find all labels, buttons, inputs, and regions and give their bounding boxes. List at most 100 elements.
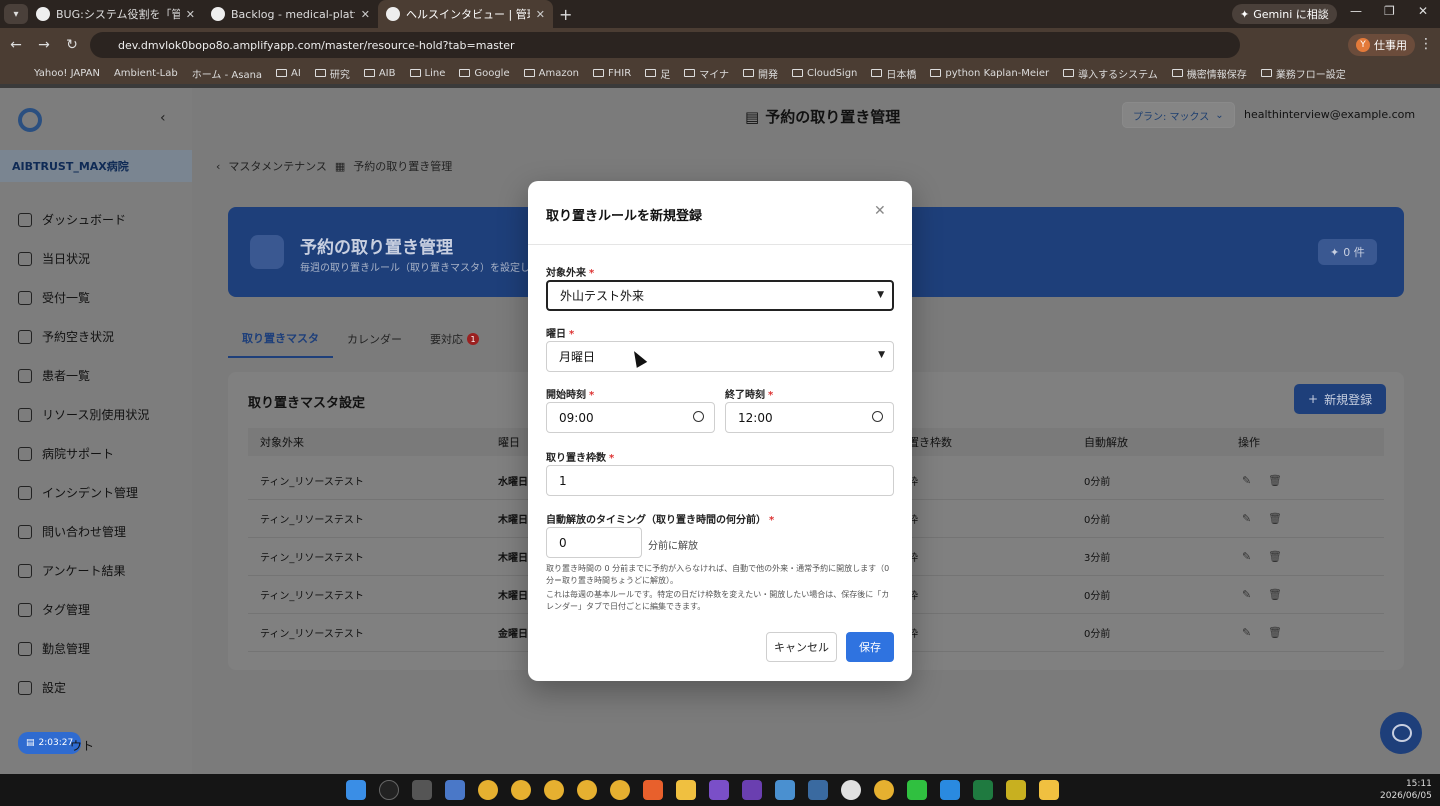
logout-label[interactable]: ウト <box>70 737 94 754</box>
edit-icon[interactable]: ✎ <box>1242 626 1251 639</box>
close-window-icon[interactable]: ✕ <box>1418 4 1428 18</box>
release-input[interactable]: 0 <box>546 527 642 558</box>
target-select[interactable]: 外山テスト外来 ▼ <box>546 280 894 311</box>
bookmark-folder[interactable]: python Kaplan-Meier <box>930 68 1049 79</box>
close-icon[interactable]: ✕ <box>361 8 370 21</box>
sidebar-item-availability[interactable]: 予約空き状況 <box>0 317 192 356</box>
sidebar-item-support[interactable]: 病院サポート <box>0 434 192 473</box>
back-icon[interactable]: ← <box>4 37 28 53</box>
trash-icon[interactable]: 🗑 <box>1268 626 1282 639</box>
tab-search-icon[interactable]: ▾ <box>4 4 28 24</box>
plan-select[interactable]: プラン: マックス ⌄ <box>1122 102 1235 128</box>
bookmark-folder[interactable]: Amazon <box>523 68 579 79</box>
end-time-input[interactable]: 12:00 <box>725 402 894 433</box>
bookmark-folder[interactable]: 足 <box>645 66 670 81</box>
task-view-icon[interactable] <box>412 780 432 800</box>
sidebar-item-tags[interactable]: タグ管理 <box>0 590 192 629</box>
bookmark[interactable]: ホーム - Asana <box>192 66 262 81</box>
edit-icon[interactable]: ✎ <box>1242 512 1251 525</box>
edit-icon[interactable]: ✎ <box>1242 550 1251 563</box>
chrome-icon[interactable] <box>478 780 498 800</box>
app-icon[interactable] <box>775 780 795 800</box>
chevron-left-icon[interactable]: ‹ <box>216 160 220 173</box>
bookmark-folder[interactable]: Line <box>409 68 445 79</box>
kebab-menu-icon[interactable]: ⋮ <box>1414 36 1438 52</box>
sidebar-item-attendance[interactable]: 勤怠管理 <box>0 629 192 668</box>
clock-icon[interactable] <box>693 411 704 422</box>
excel-icon[interactable] <box>973 780 993 800</box>
sidebar-item-resources[interactable]: リソース別使用状況 <box>0 395 192 434</box>
bookmark-folder[interactable]: 日本橋 <box>871 66 916 81</box>
weekday-select[interactable]: 月曜日 ▼ <box>546 341 894 372</box>
visual-studio-icon[interactable] <box>709 780 729 800</box>
bookmark-folder[interactable]: 研究 <box>314 66 350 81</box>
sidebar-item-survey[interactable]: アンケート結果 <box>0 551 192 590</box>
trash-icon[interactable]: 🗑 <box>1268 588 1282 601</box>
new-register-button[interactable]: + 新規登録 <box>1294 384 1387 414</box>
bookmark-folder[interactable]: 業務フロー設定 <box>1260 66 1346 81</box>
gemini-button[interactable]: ✦ Gemini に相談 <box>1232 4 1337 24</box>
close-icon[interactable]: ✕ <box>186 8 195 21</box>
bookmark-folder[interactable]: AI <box>276 68 301 79</box>
edit-icon[interactable]: ✎ <box>1242 474 1251 487</box>
chrome-icon[interactable] <box>610 780 630 800</box>
trash-icon[interactable]: 🗑 <box>1268 550 1282 563</box>
save-button[interactable]: 保存 <box>846 632 894 662</box>
bookmark-folder[interactable]: マイナ <box>684 66 729 81</box>
chrome-icon[interactable] <box>577 780 597 800</box>
trash-icon[interactable]: 🗑 <box>1268 512 1282 525</box>
sidebar-item-inquiry[interactable]: 問い合わせ管理 <box>0 512 192 551</box>
hospital-name[interactable]: AIBTRUST_MAX病院 <box>0 150 192 182</box>
tab-action-required[interactable]: 要対応 1 <box>416 324 493 358</box>
sidebar-item-today[interactable]: 当日状況 <box>0 239 192 278</box>
bookmark[interactable]: Yahoo! JAPAN <box>34 68 100 79</box>
clock-icon[interactable] <box>872 411 883 422</box>
brave-icon[interactable] <box>643 780 663 800</box>
app-icon[interactable] <box>1006 780 1026 800</box>
vscode-icon[interactable] <box>940 780 960 800</box>
user-menu[interactable]: healthinterview@example.com <box>1244 108 1415 121</box>
bookmark-folder[interactable]: AIB <box>363 68 396 79</box>
profile-button[interactable]: Y 仕事用 <box>1348 34 1415 56</box>
breadcrumb-parent[interactable]: マスタメンテナンス <box>228 158 326 174</box>
reload-icon[interactable]: ↻ <box>60 37 84 53</box>
forward-icon[interactable]: → <box>32 37 56 53</box>
tab-master[interactable]: 取り置きマスタ <box>228 324 333 358</box>
browser-tab[interactable]: BUG:システム役割を「管理者ユーザ ✕ <box>28 0 203 28</box>
start-time-input[interactable]: 09:00 <box>546 402 715 433</box>
edit-icon[interactable]: ✎ <box>1242 588 1251 601</box>
app-icon[interactable] <box>445 780 465 800</box>
minimize-icon[interactable]: — <box>1350 4 1362 18</box>
bookmark[interactable]: Ambient-Lab <box>114 68 178 79</box>
sidebar-item-dashboard[interactable]: ダッシュボード <box>0 200 192 239</box>
search-icon[interactable] <box>379 780 399 800</box>
sidebar-item-settings[interactable]: 設定 <box>0 668 192 707</box>
slack-icon[interactable] <box>841 780 861 800</box>
visual-studio-icon[interactable] <box>742 780 762 800</box>
close-icon[interactable]: ✕ <box>874 203 886 219</box>
chevron-left-icon[interactable]: ‹ <box>160 110 166 126</box>
chat-button[interactable] <box>1380 712 1422 754</box>
folder-icon[interactable] <box>676 780 696 800</box>
sidebar-item-patients[interactable]: 患者一覧 <box>0 356 192 395</box>
system-clock[interactable]: 15:11 2026/06/05 <box>1380 778 1432 802</box>
line-icon[interactable] <box>907 780 927 800</box>
app-icon[interactable] <box>808 780 828 800</box>
bookmark-folder[interactable]: 開発 <box>743 66 778 81</box>
chrome-icon[interactable] <box>511 780 531 800</box>
folder-icon[interactable] <box>1039 780 1059 800</box>
tab-calendar[interactable]: カレンダー <box>333 324 416 358</box>
bookmark-folder[interactable]: 導入するシステム <box>1063 66 1158 81</box>
slots-input[interactable]: 1 <box>546 465 894 496</box>
chrome-icon[interactable] <box>874 780 894 800</box>
chrome-icon[interactable] <box>544 780 564 800</box>
restore-icon[interactable]: ❐ <box>1384 4 1395 18</box>
bookmark-folder[interactable]: FHIR <box>593 68 631 79</box>
url-field[interactable]: dev.dmvlok0bopo8o.amplifyapp.com/master/… <box>90 32 1240 58</box>
sidebar-item-reception[interactable]: 受付一覧 <box>0 278 192 317</box>
cancel-button[interactable]: キャンセル <box>766 632 837 662</box>
windows-start-icon[interactable] <box>346 780 366 800</box>
bookmark-folder[interactable]: CloudSign <box>792 68 857 79</box>
bookmark-folder[interactable]: 機密情報保存 <box>1171 66 1247 81</box>
trash-icon[interactable]: 🗑 <box>1268 474 1282 487</box>
